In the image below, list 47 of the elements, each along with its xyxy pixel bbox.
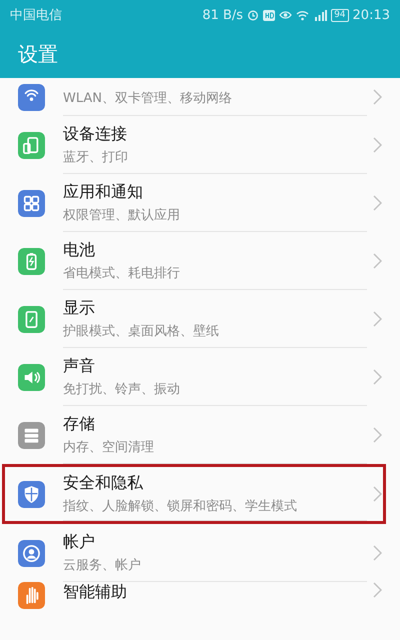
settings-item[interactable]: 智能辅助 [0,582,400,612]
signal-icon [313,10,328,20]
item-title: 电池 [63,240,96,260]
item-title: 存储 [63,414,96,434]
settings-item[interactable]: 电池 省电模式、耗电排行 [0,232,400,290]
carrier-name: 中国电信 [10,7,62,24]
wifi-icon [296,10,310,20]
settings-item[interactable]: 设备连接 蓝牙、打印 [0,116,400,174]
item-subtitle: 内存、空间清理 [63,438,155,456]
chevron-icon [373,486,382,502]
item-title: 声音 [63,356,96,376]
clock-time: 20:13 [352,8,390,22]
item-subtitle: 护眼模式、桌面风格、壁纸 [63,322,220,340]
alarm-icon [247,9,260,21]
hd-icon [263,10,276,20]
chevron-icon [373,89,382,105]
chevron-icon [373,311,382,327]
chevron-icon [373,195,382,211]
network-speed: 81 B/s [202,8,244,22]
item-subtitle: 指纹、人脸解锁、锁屏和密码、学生模式 [63,498,298,514]
chevron-icon [373,253,382,269]
battery-level: 94 [331,8,349,22]
item-title: 显示 [63,298,96,318]
chevron-icon [373,545,382,561]
item-title: 应用和通知 [63,182,144,202]
item-title: 设备连接 [63,124,128,144]
item-title: 帐户 [63,532,96,552]
item-subtitle: 免打扰、铃声、振动 [63,380,181,398]
page-title: 设置 [18,40,58,68]
item-subtitle: 权限管理、默认应用 [63,206,181,224]
item-title: 智能辅助 [63,582,128,603]
item-subtitle: 省电模式、耗电排行 [63,264,181,282]
item-title: 安全和隐私 [63,472,144,494]
settings-item[interactable]: 应用和通知 权限管理、默认应用 [0,174,400,232]
settings-item[interactable]: 帐户 云服务、帐户 [0,524,400,582]
eye-icon [279,10,292,20]
item-subtitle: 蓝牙、打印 [63,148,129,166]
settings-item[interactable]: 声音 免打扰、铃声、振动 [0,348,400,406]
chevron-icon [373,369,382,385]
settings-item[interactable]: 存储 内存、空间清理 [0,406,400,464]
settings-item[interactable]: 安全和隐私 指纹、人脸解锁、锁屏和密码、学生模式 [5,467,383,521]
item-subtitle: 云服务、帐户 [63,556,142,574]
chevron-icon [373,137,382,153]
chevron-icon [373,582,382,598]
chevron-icon [373,427,382,443]
item-subtitle: WLAN、双卡管理、移动网络 [63,90,234,107]
settings-item[interactable]: 显示 护眼模式、桌面风格、壁纸 [0,290,400,348]
